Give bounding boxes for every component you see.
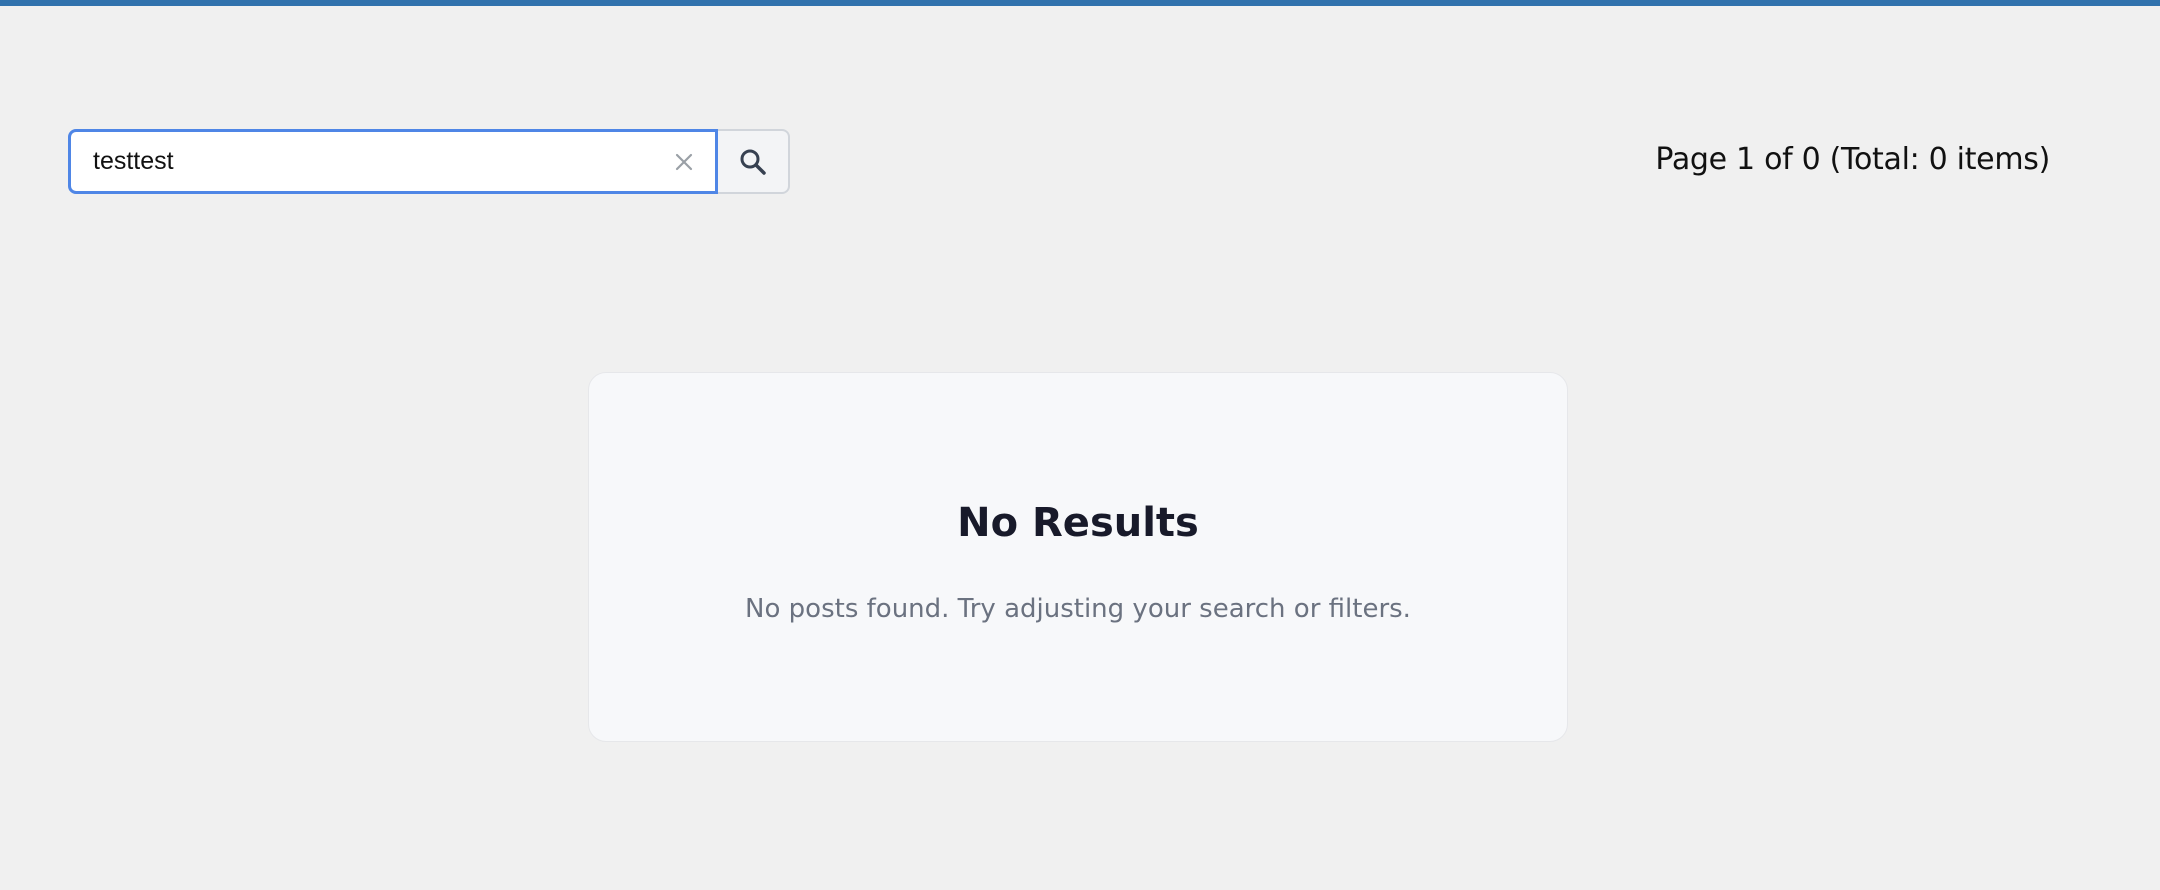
close-icon	[675, 153, 693, 170]
empty-state-message: No posts found. Try adjusting your searc…	[745, 594, 1411, 624]
search-box	[68, 129, 718, 194]
empty-state-title: No Results	[957, 500, 1199, 546]
search-icon	[740, 149, 766, 175]
clear-search-button[interactable]	[667, 145, 701, 179]
search-group	[68, 129, 790, 194]
page: Page 1 of 0 (Total: 0 items) No Results …	[0, 0, 2160, 890]
search-input[interactable]	[71, 132, 631, 191]
pagination-info: Page 1 of 0 (Total: 0 items)	[1655, 142, 2050, 177]
empty-state-card: No Results No posts found. Try adjusting…	[588, 372, 1568, 742]
search-button[interactable]	[718, 129, 790, 194]
